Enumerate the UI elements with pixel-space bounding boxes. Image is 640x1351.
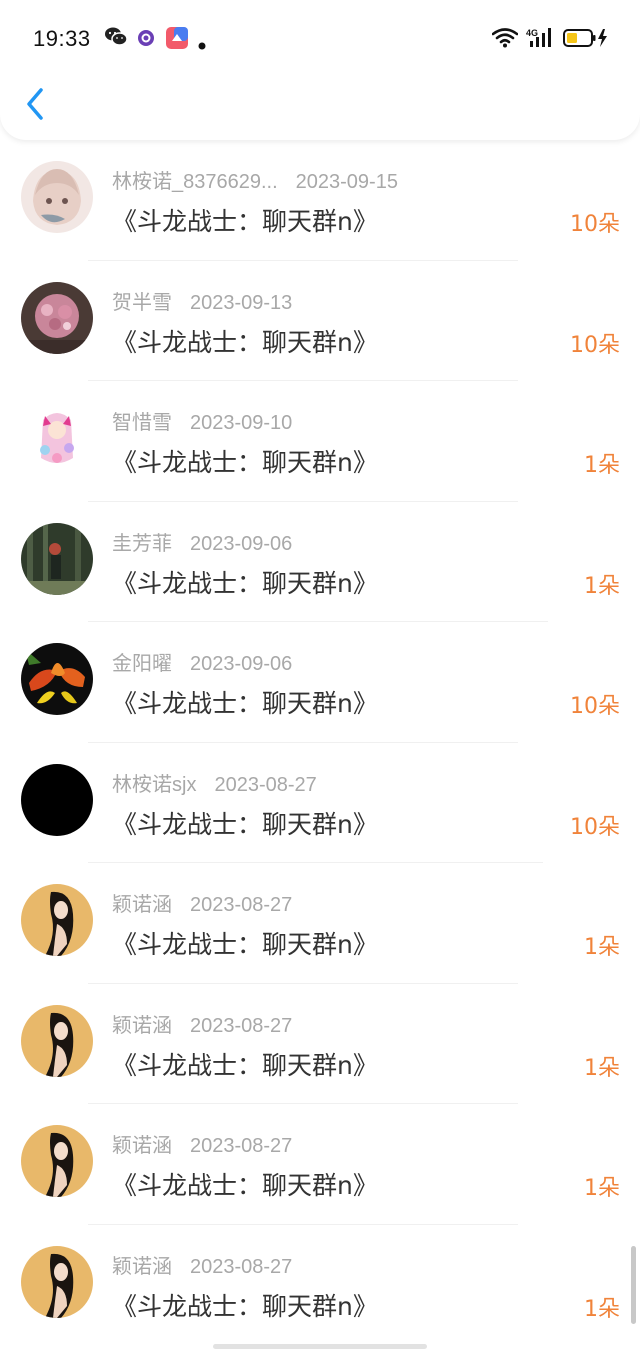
flower-amount: 1朵: [584, 573, 620, 599]
list-item[interactable]: 圭芳菲 2023-09-06 《斗龙战士：聊天群n》 1朵: [0, 502, 640, 622]
gift-date: 2023-08-27: [190, 1135, 293, 1157]
gift-meta: 颖诺涵 2023-08-27: [112, 888, 292, 917]
network-label: 4G: [526, 28, 538, 38]
flower-amount: 10朵: [570, 212, 620, 237]
sender-name: 林桉诺sjx: [112, 773, 197, 796]
list-item[interactable]: 颖诺涵 2023-08-27 《斗龙战士：聊天群n》 1朵: [0, 863, 640, 984]
avatar[interactable]: [21, 884, 93, 956]
gift-date: 2023-08-27: [214, 773, 317, 796]
app-shortcut-icon: [166, 27, 188, 53]
sender-name: 圭芳菲: [112, 532, 172, 555]
sender-name: 金阳曜: [112, 653, 172, 675]
screen: 19:33 4G 林桉诺_8376629... 2023-09-15 《斗龙战士…: [0, 0, 640, 1351]
work-title: 《斗龙战士：聊天群n》: [112, 327, 378, 357]
list-item[interactable]: 颖诺涵 2023-08-27 《斗龙战士：聊天群n》 1朵: [0, 1104, 640, 1225]
notification-dot-icon: [198, 35, 206, 54]
gift-meta: 颖诺涵 2023-08-27: [112, 1250, 292, 1279]
avatar[interactable]: [21, 281, 93, 354]
list-item[interactable]: 颖诺涵 2023-08-27 《斗龙战士：聊天群n》 1朵: [0, 984, 640, 1104]
flower-amount: 1朵: [584, 453, 620, 478]
work-title: 《斗龙战士：聊天群n》: [112, 809, 378, 839]
gift-date: 2023-09-06: [190, 532, 293, 555]
flower-amount: 1朵: [584, 1296, 620, 1322]
flower-amount: 10朵: [570, 694, 620, 719]
header: 19:33 4G: [0, 0, 640, 140]
avatar[interactable]: [21, 402, 93, 474]
flower-amount: 10朵: [570, 814, 620, 840]
gift-date: 2023-08-27: [190, 1255, 293, 1278]
flower-amount: 1朵: [584, 1055, 620, 1081]
sender-name: 林桉诺_8376629...: [112, 171, 278, 193]
flower-amount: 1朵: [584, 1176, 620, 1201]
gift-meta: 圭芳菲 2023-09-06: [112, 527, 292, 556]
list-item[interactable]: 智惜雪 2023-09-10 《斗龙战士：聊天群n》 1朵: [0, 381, 640, 502]
list-item[interactable]: 颖诺涵 2023-08-27 《斗龙战士：聊天群n》 1朵: [0, 1225, 640, 1346]
work-title: 《斗龙战士：聊天群n》: [112, 568, 378, 598]
status-bar: 19:33 4G: [0, 0, 640, 80]
avatar[interactable]: [21, 161, 93, 233]
work-title: 《斗龙战士：聊天群n》: [112, 689, 378, 718]
work-title: 《斗龙战士：聊天群n》: [112, 930, 378, 959]
sender-name: 颖诺涵: [112, 1135, 172, 1157]
gift-date: 2023-08-27: [190, 894, 293, 916]
scrollbar[interactable]: [631, 1246, 636, 1324]
gift-meta: 金阳曜 2023-09-06: [112, 647, 292, 676]
gift-meta: 颖诺涵 2023-08-27: [112, 1009, 292, 1038]
battery-icon: [563, 28, 611, 52]
app-circle-icon: [137, 29, 155, 51]
chevron-left-icon: [27, 88, 43, 120]
work-title: 《斗龙战士：聊天群n》: [112, 1291, 378, 1321]
sender-name: 贺半雪: [112, 291, 172, 314]
sender-name: 颖诺涵: [112, 1255, 172, 1278]
gift-date: 2023-09-15: [295, 171, 398, 193]
gift-date: 2023-09-10: [190, 412, 293, 434]
list-item[interactable]: 林桉诺_8376629... 2023-09-15 《斗龙战士：聊天群n》 10朵: [0, 140, 640, 261]
sender-name: 颖诺涵: [112, 894, 172, 916]
flower-amount: 1朵: [584, 935, 620, 960]
sender-name: 颖诺涵: [112, 1014, 172, 1037]
work-title: 《斗龙战士：聊天群n》: [112, 1050, 378, 1080]
signal-4g-icon: 4G: [526, 27, 554, 53]
wifi-icon: [491, 28, 519, 52]
gift-date: 2023-09-06: [190, 653, 293, 675]
list-item[interactable]: 金阳曜 2023-09-06 《斗龙战士：聊天群n》 10朵: [0, 622, 640, 743]
flower-amount: 10朵: [570, 332, 620, 358]
status-time: 19:33: [33, 26, 91, 51]
gift-meta: 颖诺涵 2023-08-27: [112, 1129, 292, 1158]
avatar[interactable]: [21, 763, 93, 836]
gift-meta: 林桉诺_8376629... 2023-09-15: [112, 165, 398, 194]
gift-meta: 林桉诺sjx 2023-08-27: [112, 768, 317, 797]
list-item[interactable]: 贺半雪 2023-09-13 《斗龙战士：聊天群n》 10朵: [0, 261, 640, 381]
gift-meta: 贺半雪 2023-09-13: [112, 286, 292, 315]
avatar[interactable]: [21, 1125, 93, 1197]
gift-meta: 智惜雪 2023-09-10: [112, 406, 292, 435]
work-title: 《斗龙战士：聊天群n》: [112, 1171, 378, 1200]
gift-date: 2023-08-27: [190, 1014, 293, 1037]
work-title: 《斗龙战士：聊天群n》: [112, 207, 378, 236]
avatar[interactable]: [21, 522, 93, 595]
work-title: 《斗龙战士：聊天群n》: [112, 448, 378, 477]
home-indicator[interactable]: [213, 1344, 427, 1349]
gift-date: 2023-09-13: [190, 291, 293, 314]
back-button[interactable]: [16, 82, 56, 126]
gift-record-list: 林桉诺_8376629... 2023-09-15 《斗龙战士：聊天群n》 10朵: [0, 140, 640, 1345]
avatar[interactable]: [21, 1004, 93, 1077]
avatar[interactable]: [21, 1245, 93, 1318]
avatar[interactable]: [21, 643, 93, 715]
list-item[interactable]: 林桉诺sjx 2023-08-27 《斗龙战士：聊天群n》 10朵: [0, 743, 640, 863]
wechat-icon: [104, 26, 128, 52]
sender-name: 智惜雪: [112, 412, 172, 434]
